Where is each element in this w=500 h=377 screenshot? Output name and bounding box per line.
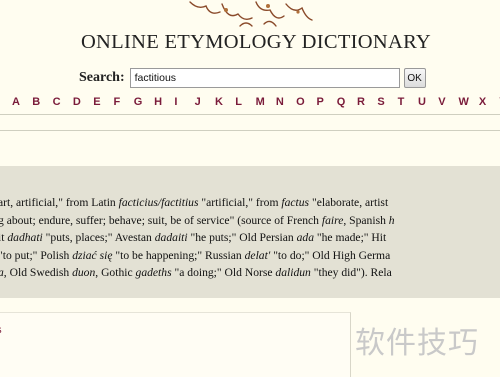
definition-italic-term: dziać się — [72, 248, 113, 262]
alphabet-link-g[interactable]: G — [134, 96, 154, 108]
definition-text-run: "puts, places;" Avestan — [42, 231, 155, 244]
definition-panel: art, artificial," from Latin facticius/f… — [0, 166, 500, 298]
definition-text-run: "to do;" Old High Germa — [270, 248, 391, 262]
definition-text-run: "to put;" Polish — [0, 248, 73, 262]
definition-italic-term: dalidun — [275, 266, 311, 279]
site-title: ONLINE ETYMOLOGY DICTIONARY — [80, 31, 432, 53]
alphabet-link-l[interactable]: L — [235, 96, 255, 108]
definition-italic-term: delat' — [244, 248, 271, 262]
definition-text-run: "he made;" Hit — [313, 231, 387, 244]
definition-italic-term: facticius/factitius — [118, 196, 199, 209]
alphabet-link-h[interactable]: H — [154, 96, 174, 108]
alphabet-link-t[interactable]: T — [398, 96, 418, 108]
definition-text-run: "a doing;" Old Norse — [171, 266, 276, 279]
definition-text-run: "they did"). Rela — [310, 266, 392, 279]
definition-text-run: "elaborate, artist — [309, 196, 389, 209]
watermark: 软件技巧 — [355, 326, 479, 361]
definition-italic-term: gadeths — [135, 266, 172, 279]
alphabet-nav: ABCDEFGHIJKLMNOPQRSTUVWXY — [12, 96, 500, 108]
alphabet-link-q[interactable]: Q — [337, 96, 357, 108]
search-label: Search: — [79, 70, 125, 85]
search-form: Search: factitious OK — [79, 67, 426, 89]
alphabet-link-n[interactable]: N — [276, 96, 296, 108]
alphabet-link-x[interactable]: X — [479, 96, 499, 108]
definition-italic-term: dadaiti — [154, 231, 188, 244]
definition-text-run: art, artificial," from Latin — [0, 196, 119, 209]
alphabet-link-j[interactable]: J — [195, 96, 215, 108]
definition-text-run: , Gothic — [95, 266, 136, 279]
definition-text-run: , Spanish — [343, 213, 389, 227]
definition-text: art, artificial," from Latin facticius/f… — [0, 194, 395, 282]
alphabet-link-u[interactable]: U — [418, 96, 438, 108]
definition-line: "to put;" Polish dziać się "to be happen… — [0, 247, 395, 265]
divider — [0, 114, 500, 115]
alphabet-link-b[interactable]: B — [32, 96, 52, 108]
definition-line: art, artificial," from Latin facticius/f… — [0, 194, 395, 212]
definition-line: g about; endure, suffer; behave; suit, b… — [0, 212, 395, 230]
alphabet-link-w[interactable]: W — [459, 96, 479, 108]
definition-italic-term: faire — [321, 213, 344, 227]
definition-italic-term: ada — [296, 231, 314, 244]
definition-line: it dadhati "puts, places;" Avestan dadai… — [0, 229, 395, 247]
definition-line: a, Old Swedish duon, Gothic gadeths "a d… — [0, 264, 395, 282]
alphabet-link-a[interactable]: A — [12, 96, 32, 108]
definition-italic-term: dadhati — [7, 231, 43, 244]
alphabet-link-v[interactable]: V — [438, 96, 458, 108]
divider — [0, 130, 500, 131]
definition-italic-term: factus — [281, 196, 310, 209]
alphabet-link-d[interactable]: D — [73, 96, 93, 108]
definition-text-run: "artificial," from — [198, 196, 282, 209]
alphabet-link-r[interactable]: R — [357, 96, 377, 108]
alphabet-link-f[interactable]: F — [113, 96, 133, 108]
definition-italic-term: h — [388, 213, 395, 227]
definition-text-run: "he puts;" Old Persian — [187, 231, 297, 244]
related-entries-box — [0, 312, 351, 377]
alphabet-link-s[interactable]: S — [377, 96, 397, 108]
alphabet-link-o[interactable]: O — [296, 96, 316, 108]
definition-text-run: , Old Swedish — [3, 266, 73, 279]
alphabet-link-m[interactable]: M — [256, 96, 276, 108]
alphabet-link-p[interactable]: P — [316, 96, 336, 108]
alphabet-link-c[interactable]: C — [53, 96, 73, 108]
definition-text-run: "to be happening;" Russian — [112, 248, 245, 262]
search-input[interactable]: factitious — [129, 68, 400, 88]
alphabet-link-k[interactable]: K — [215, 96, 235, 108]
alphabet-link-e[interactable]: E — [93, 96, 113, 108]
definition-italic-term: duon — [72, 266, 96, 279]
related-entry-link[interactable]: s — [0, 322, 2, 337]
page: ONLINE ETYMOLOGY DICTIONARY Search: fact… — [0, 0, 500, 377]
definition-text-run: g about; endure, suffer; behave; suit, b… — [0, 213, 322, 227]
alphabet-link-i[interactable]: I — [174, 96, 194, 108]
search-submit-button[interactable]: OK — [403, 68, 426, 88]
logo-illustration-icon — [189, 1, 313, 27]
